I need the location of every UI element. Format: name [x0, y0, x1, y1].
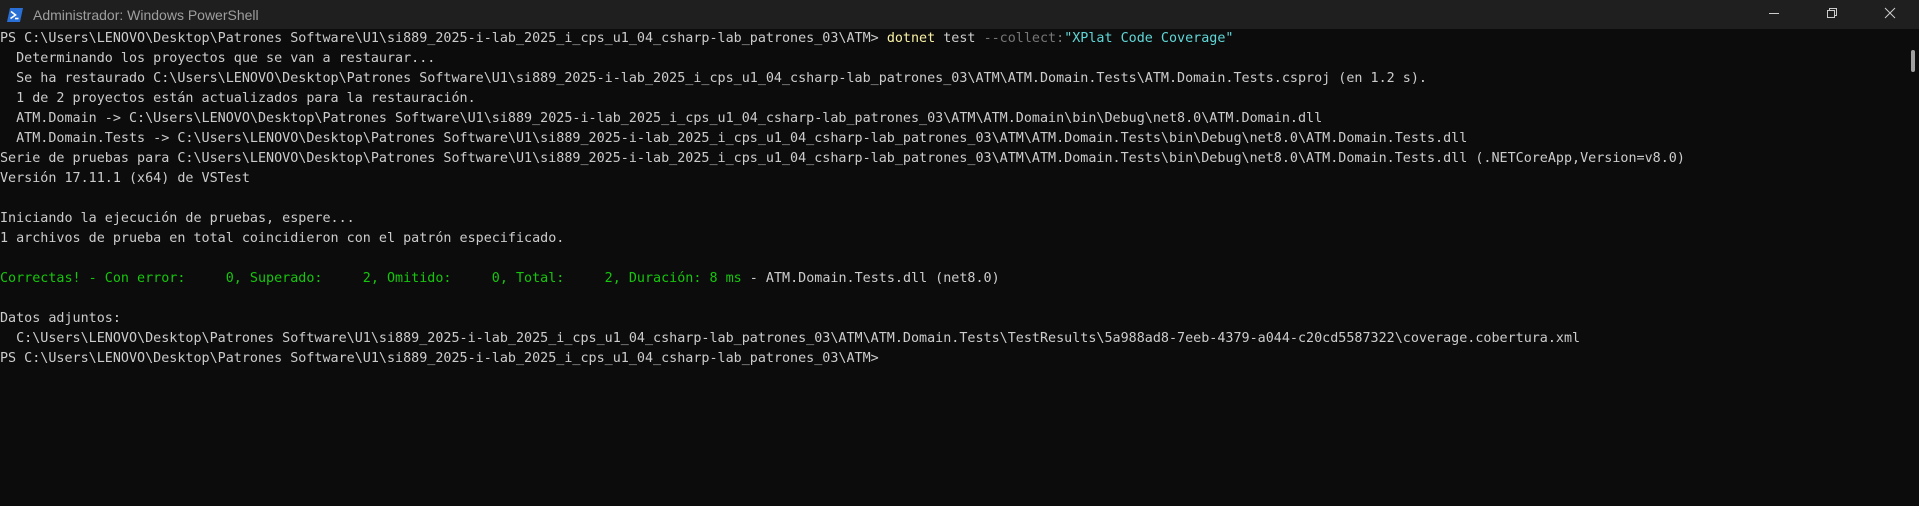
- terminal-text: Datos adjuntos:: [0, 311, 121, 326]
- terminal-text: test: [935, 31, 984, 46]
- terminal-text: Se ha restaurado C:\Users\LENOVO\Desktop…: [0, 71, 1427, 86]
- terminal-line: Iniciando la ejecución de pruebas, esper…: [0, 209, 1900, 229]
- terminal-text: ATM.Domain.Tests -> C:\Users\LENOVO\Desk…: [0, 131, 1468, 146]
- terminal-text: dotnet: [886, 31, 936, 46]
- terminal-text: "XPlat Code Coverage": [1064, 31, 1234, 46]
- terminal-text: - ATM.Domain.Tests.dll (net8.0): [741, 271, 1000, 286]
- terminal-line: Determinando los proyectos que se van a …: [0, 49, 1900, 69]
- terminal-line: Se ha restaurado C:\Users\LENOVO\Desktop…: [0, 69, 1900, 89]
- window-controls: [1745, 0, 1919, 29]
- terminal-line: Versión 17.11.1 (x64) de VSTest: [0, 169, 1900, 189]
- terminal-line: ATM.Domain.Tests -> C:\Users\LENOVO\Desk…: [0, 129, 1900, 149]
- window-title: Administrador: Windows PowerShell: [33, 6, 259, 23]
- terminal-line: Serie de pruebas para C:\Users\LENOVO\De…: [0, 149, 1900, 169]
- terminal-text: Serie de pruebas para C:\Users\LENOVO\De…: [0, 151, 1685, 166]
- terminal-text: Correctas! - Con error: 0, Superado: 2, …: [0, 271, 742, 286]
- maximize-icon: [1826, 6, 1838, 24]
- terminal-text: PS C:\Users\LENOVO\Desktop\Patrones Soft…: [0, 351, 879, 366]
- powershell-icon: [7, 7, 23, 23]
- minimize-button[interactable]: [1745, 0, 1803, 29]
- terminal-text: PS C:\Users\LENOVO\Desktop\Patrones Soft…: [0, 31, 887, 46]
- terminal-line: 1 archivos de prueba en total coincidier…: [0, 229, 1900, 249]
- scroll-thumb[interactable]: [1911, 50, 1915, 72]
- terminal-text: 1 de 2 proyectos están actualizados para…: [0, 91, 476, 106]
- terminal-output[interactable]: PS C:\Users\LENOVO\Desktop\Patrones Soft…: [0, 29, 1900, 506]
- terminal-line: 1 de 2 proyectos están actualizados para…: [0, 89, 1900, 109]
- minimize-icon: [1768, 6, 1780, 24]
- terminal-text: C:\Users\LENOVO\Desktop\Patrones Softwar…: [0, 331, 1581, 346]
- terminal-line: PS C:\Users\LENOVO\Desktop\Patrones Soft…: [0, 29, 1900, 49]
- terminal-text: --collect:: [983, 31, 1065, 46]
- title-bar[interactable]: Administrador: Windows PowerShell: [0, 0, 1919, 29]
- vertical-scrollbar[interactable]: [1905, 29, 1919, 506]
- terminal-text: ATM.Domain -> C:\Users\LENOVO\Desktop\Pa…: [0, 111, 1323, 126]
- terminal-line: Correctas! - Con error: 0, Superado: 2, …: [0, 269, 1900, 289]
- terminal-line: ATM.Domain -> C:\Users\LENOVO\Desktop\Pa…: [0, 109, 1900, 129]
- terminal-line: Datos adjuntos:: [0, 309, 1900, 329]
- terminal-text: Determinando los proyectos que se van a …: [0, 51, 436, 66]
- maximize-button[interactable]: [1803, 0, 1861, 29]
- terminal-text: Iniciando la ejecución de pruebas, esper…: [0, 211, 355, 226]
- terminal-line: C:\Users\LENOVO\Desktop\Patrones Softwar…: [0, 329, 1900, 349]
- terminal-line: PS C:\Users\LENOVO\Desktop\Patrones Soft…: [0, 349, 1900, 369]
- terminal-text: Versión 17.11.1 (x64) de VSTest: [0, 171, 250, 186]
- close-icon: [1884, 6, 1896, 24]
- terminal-text: 1 archivos de prueba en total coincidier…: [0, 231, 565, 246]
- close-button[interactable]: [1861, 0, 1919, 29]
- powershell-window: Administrador: Windows PowerShell PS C:\…: [0, 0, 1919, 506]
